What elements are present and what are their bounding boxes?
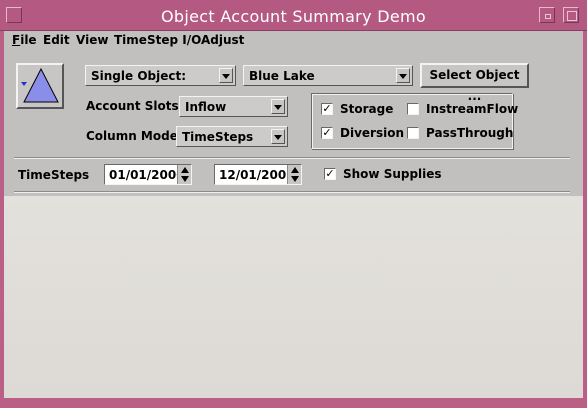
storage-checkbox[interactable]: ✓	[321, 103, 333, 115]
menu-timestep-io[interactable]: TimeStep I/O	[114, 33, 201, 47]
diversion-checkbox[interactable]: ✓	[321, 127, 333, 139]
chevron-down-icon[interactable]	[396, 68, 410, 83]
chevron-down-icon[interactable]	[219, 68, 233, 83]
show-supplies-checkbox[interactable]: ✓	[324, 168, 336, 180]
diversion-label: Diversion	[340, 126, 404, 140]
reservoir-triangle-icon	[21, 67, 59, 103]
storage-label: Storage	[340, 102, 394, 116]
show-supplies-label: Show Supplies	[343, 167, 442, 181]
divider	[14, 157, 570, 159]
spinner-arrows-icon[interactable]	[287, 165, 301, 184]
timesteps-label: TimeSteps	[18, 168, 90, 182]
instreamflow-checkbox[interactable]	[407, 103, 419, 115]
column-mode-label: Column Mode:	[86, 129, 183, 143]
chevron-down-icon[interactable]	[271, 99, 285, 114]
account-options-group: ✓ Storage InstreamFlow ✓ Diversion PassT…	[311, 93, 518, 149]
start-date-spinner[interactable]: 01/01/2000	[104, 164, 192, 185]
menu-bar: File Edit View TimeStep I/O Adjust	[4, 31, 583, 51]
menu-adjust[interactable]: Adjust	[201, 33, 244, 47]
menu-file[interactable]: File	[12, 33, 37, 47]
instreamflow-label: InstreamFlow	[426, 102, 519, 116]
account-slots-dropdown[interactable]: Inflow	[179, 96, 288, 117]
window-title: Object Account Summary Demo	[161, 7, 426, 26]
account-slots-label: Account Slots:	[86, 99, 184, 113]
chevron-down-icon[interactable]	[271, 129, 285, 144]
menu-edit[interactable]: Edit	[43, 33, 70, 47]
divider	[14, 191, 570, 193]
menu-view[interactable]: View	[76, 33, 108, 47]
selection-mode-dropdown[interactable]: Single Object:	[85, 65, 236, 86]
passthrough-checkbox[interactable]	[407, 127, 419, 139]
client-area: File Edit View TimeStep I/O Adjust Singl…	[4, 31, 583, 398]
select-object-button[interactable]: Select Object ...	[420, 63, 529, 103]
object-dropdown[interactable]: Blue Lake	[243, 65, 413, 86]
object-type-button[interactable]	[16, 63, 64, 109]
spinner-arrows-icon[interactable]	[177, 165, 191, 184]
app-window: Object Account Summary Demo File Edit Vi…	[0, 0, 587, 408]
column-mode-dropdown[interactable]: TimeSteps	[176, 126, 288, 147]
maximize-button[interactable]	[563, 7, 579, 23]
summary-table-area	[4, 196, 583, 398]
minimize-button[interactable]	[539, 7, 555, 23]
title-bar[interactable]: Object Account Summary Demo	[0, 0, 587, 31]
end-date-spinner[interactable]: 12/01/2001	[214, 164, 302, 185]
passthrough-label: PassThrough	[426, 126, 514, 140]
